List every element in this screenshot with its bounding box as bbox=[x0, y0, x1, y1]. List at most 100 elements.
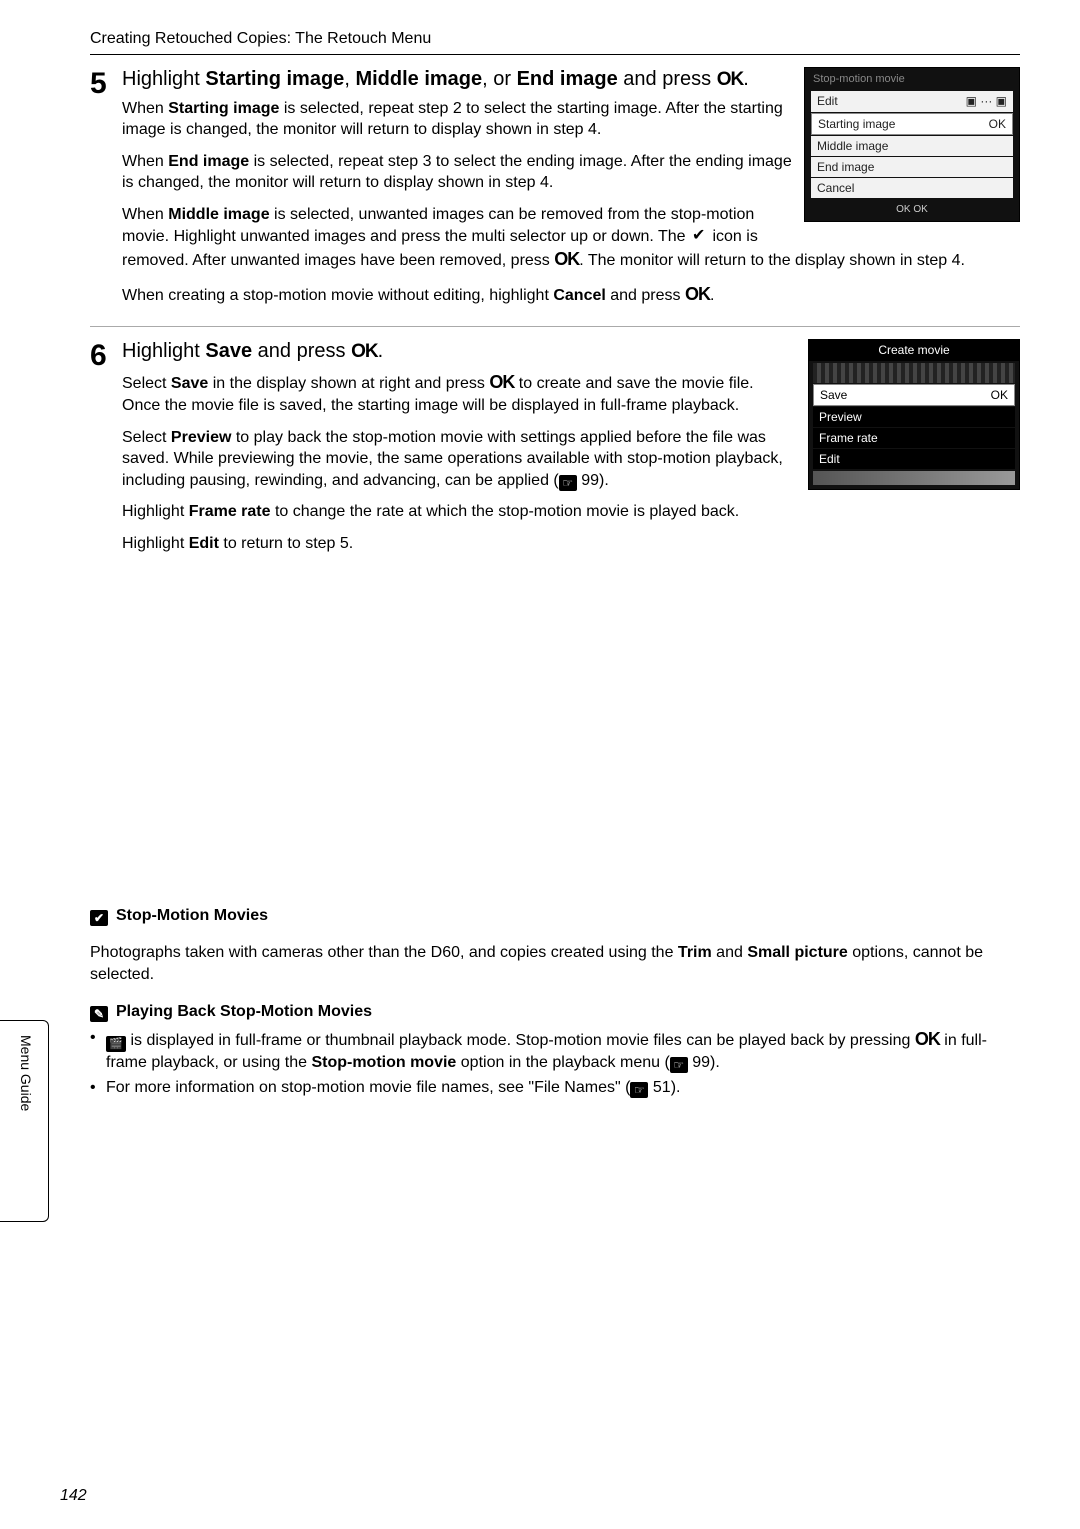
t5-b2: Middle image bbox=[355, 68, 482, 90]
s6p2b: Preview bbox=[171, 429, 231, 446]
step-divider bbox=[90, 326, 1020, 327]
t5-a: Highlight bbox=[122, 68, 205, 90]
nab-c: and bbox=[712, 944, 748, 961]
lcd1-edit-row: Edit ▣ ··· ▣ bbox=[811, 91, 1013, 111]
ok-icon: OK bbox=[489, 372, 514, 392]
s6p2a: Select bbox=[122, 429, 171, 446]
lcd2-r1-ok: OK bbox=[991, 387, 1008, 403]
page-ref-icon: ☞ bbox=[670, 1057, 688, 1073]
s5p3a: When bbox=[122, 206, 168, 223]
lcd1-r1: Starting image bbox=[818, 116, 895, 132]
lcd2-r2: Preview bbox=[819, 409, 862, 425]
note-playback-head: ✎ Playing Back Stop-Motion Movies bbox=[90, 1001, 1020, 1023]
s6p2ref: 99 bbox=[581, 472, 599, 489]
caution-icon: ✔ bbox=[90, 910, 108, 926]
nb2ref: 51 bbox=[653, 1079, 671, 1096]
t6b: Save bbox=[205, 340, 252, 362]
ok-icon: OK bbox=[717, 69, 744, 90]
t5-post: and press bbox=[618, 68, 717, 90]
s5p1a: When bbox=[122, 100, 168, 117]
movie-icon: 🎬 bbox=[106, 1036, 126, 1052]
s5p1b: Starting image bbox=[168, 100, 279, 117]
t5-b1: Starting image bbox=[205, 68, 344, 90]
noteB-title: Playing Back Stop-Motion Movies bbox=[116, 1003, 372, 1020]
note-stop-motion-head: ✔ Stop-Motion Movies bbox=[90, 905, 1020, 927]
side-tab-label: Menu Guide bbox=[0, 1021, 51, 1125]
nb2b: ). bbox=[671, 1079, 681, 1096]
nb1d: option in the playback menu ( bbox=[456, 1054, 669, 1071]
nb2a: For more information on stop-motion movi… bbox=[106, 1079, 630, 1096]
header-rule bbox=[90, 54, 1020, 55]
ok-icon: OK bbox=[685, 284, 710, 304]
page-ref-icon: ☞ bbox=[559, 475, 577, 491]
t5-b3: End image bbox=[517, 68, 618, 90]
ok-icon: OK bbox=[915, 1029, 940, 1049]
nab-d: Small picture bbox=[747, 944, 847, 961]
nb1e: ). bbox=[710, 1054, 720, 1071]
lcd1-r2: Middle image bbox=[817, 138, 888, 154]
s6p1b: Save bbox=[171, 375, 208, 392]
s6p4b: Edit bbox=[189, 535, 219, 552]
film-strip-icon bbox=[813, 363, 1015, 383]
nb1a: is displayed in full-frame or thumbnail … bbox=[126, 1032, 915, 1049]
lcd1-foot: OK OK bbox=[807, 199, 1017, 217]
lcd2-title: Create movie bbox=[809, 340, 1019, 360]
s6p3c: to change the rate at which the stop-mot… bbox=[271, 503, 740, 520]
page-ref-icon: ☞ bbox=[630, 1082, 648, 1098]
lcd-create-movie: Create movie Save OK Preview Frame rate … bbox=[808, 339, 1020, 490]
s5p3e: . The monitor will return to the display… bbox=[579, 252, 965, 269]
pencil-icon: ✎ bbox=[90, 1006, 108, 1022]
s5p4b: Cancel bbox=[553, 287, 605, 304]
lcd1-middle-row: Middle image bbox=[811, 136, 1013, 156]
nab-a: Photographs taken with cameras other tha… bbox=[90, 944, 678, 961]
noteA-title: Stop-Motion Movies bbox=[116, 907, 268, 924]
t5-end: . bbox=[743, 68, 749, 90]
t6e: . bbox=[378, 340, 384, 362]
lcd2-bottom bbox=[813, 471, 1015, 485]
lcd2-save-row: Save OK bbox=[813, 384, 1015, 406]
s5p4d: . bbox=[710, 287, 714, 304]
ok-icon: OK bbox=[351, 341, 378, 362]
s5p2a: When bbox=[122, 153, 168, 170]
lcd2-preview-row: Preview bbox=[813, 407, 1015, 427]
film-icon: ▣ ··· ▣ bbox=[966, 93, 1007, 109]
noteB-item-1: 🎬 is displayed in full-frame or thumbnai… bbox=[90, 1027, 1020, 1074]
s6p2d: ). bbox=[599, 472, 609, 489]
s5p4c: and press bbox=[606, 287, 685, 304]
lcd1-r4: Cancel bbox=[817, 180, 854, 196]
nab-b: Trim bbox=[678, 944, 712, 961]
lcd2-edit-row: Edit bbox=[813, 449, 1015, 469]
lcd1-starting-row: Starting image OK bbox=[811, 113, 1013, 135]
lcd2-framerate-row: Frame rate bbox=[813, 428, 1015, 448]
noteA-body: Photographs taken with cameras other tha… bbox=[90, 942, 1020, 985]
s5p2b: End image bbox=[168, 153, 249, 170]
step-5-number: 5 bbox=[90, 67, 122, 99]
s6p1c: in the display shown at right and press bbox=[208, 375, 489, 392]
lcd1-cancel-row: Cancel bbox=[811, 178, 1013, 198]
lcd2-r4: Edit bbox=[819, 451, 840, 467]
lcd-stop-motion-edit: Stop-motion movie Edit ▣ ··· ▣ Starting … bbox=[804, 67, 1020, 222]
s6p4a: Highlight bbox=[122, 535, 189, 552]
t6m: and press bbox=[252, 340, 351, 362]
t6a: Highlight bbox=[122, 340, 205, 362]
nb1ref: 99 bbox=[692, 1054, 710, 1071]
ok-icon: OK bbox=[554, 249, 579, 269]
running-head: Creating Retouched Copies: The Retouch M… bbox=[90, 28, 1020, 50]
page-number: 142 bbox=[60, 1485, 87, 1507]
lcd2-r3: Frame rate bbox=[819, 430, 878, 446]
noteB-list: 🎬 is displayed in full-frame or thumbnai… bbox=[90, 1027, 1020, 1099]
step-6-number: 6 bbox=[90, 339, 122, 371]
lcd1-edit-label: Edit bbox=[817, 93, 838, 109]
s6p3a: Highlight bbox=[122, 503, 189, 520]
lcd1-r3: End image bbox=[817, 159, 874, 175]
s6p1a: Select bbox=[122, 375, 171, 392]
s5p4a: When creating a stop-motion movie withou… bbox=[122, 287, 553, 304]
noteB-item-2: For more information on stop-motion movi… bbox=[90, 1077, 1020, 1099]
checkmark-icon bbox=[690, 227, 708, 243]
lcd1-r1-ok: OK bbox=[989, 116, 1006, 132]
lcd2-r1: Save bbox=[820, 387, 847, 403]
nb1c: Stop-motion movie bbox=[311, 1054, 456, 1071]
s6p4c: to return to step 5. bbox=[219, 535, 353, 552]
t5-m2: , or bbox=[482, 68, 516, 90]
s5p3b: Middle image bbox=[168, 206, 269, 223]
